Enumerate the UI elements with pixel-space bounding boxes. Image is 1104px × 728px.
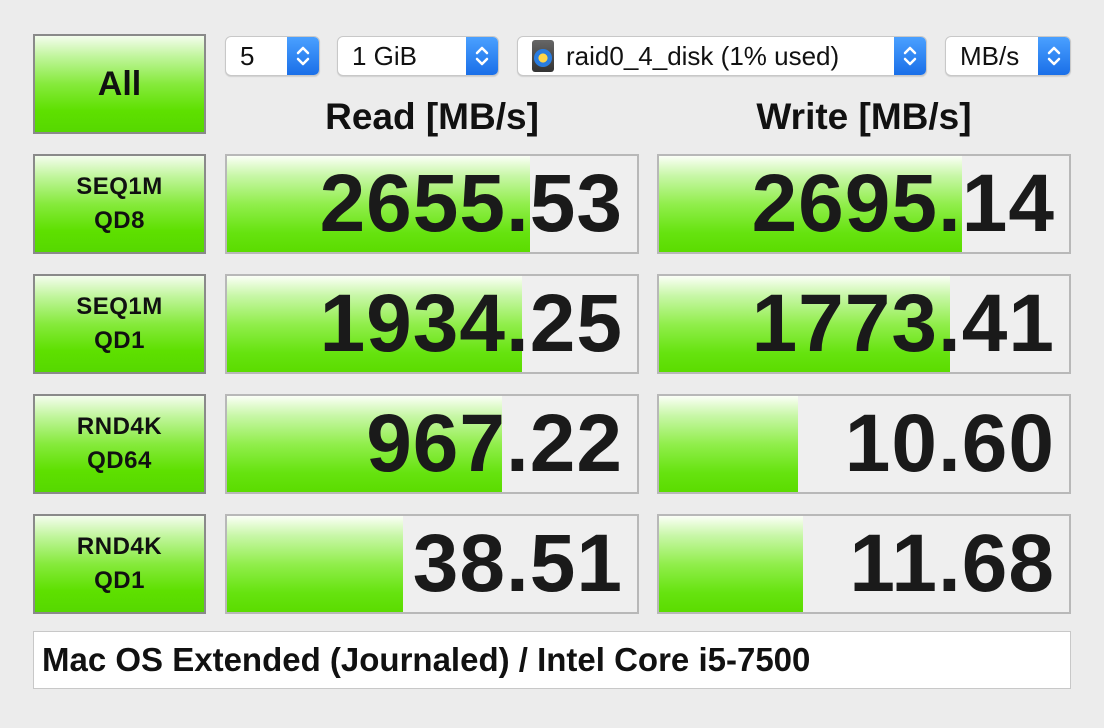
read-result-seq1m-qd1: 1934.25 (225, 274, 639, 374)
write-header: Write [MB/s] (756, 96, 972, 137)
count-value: 5 (240, 40, 255, 71)
test-button-line2: QD64 (87, 447, 152, 474)
all-button-label: All (97, 64, 142, 103)
test-button-line1: RND4K (76, 413, 163, 440)
test-button-line2: QD1 (94, 327, 145, 354)
size-select[interactable]: 1 GiB (337, 36, 499, 76)
result-value: 967.22 (366, 398, 623, 489)
result-value: 2655.53 (319, 158, 623, 249)
result-value: 11.68 (849, 518, 1055, 609)
test-button-seq1m-qd8[interactable]: SEQ1M QD8 (33, 154, 206, 254)
write-result-rnd4k-qd1: 11.68 (657, 514, 1071, 614)
drive-select[interactable]: raid0_4_disk (1% used) (517, 36, 927, 76)
test-button-line2: QD8 (94, 207, 145, 234)
read-result-seq1m-qd8: 2655.53 (225, 154, 639, 254)
result-bar (227, 516, 404, 612)
test-button-line2: QD1 (94, 567, 145, 594)
write-result-rnd4k-qd64: 10.60 (657, 394, 1071, 494)
result-value: 1934.25 (319, 278, 623, 369)
unit-select[interactable]: MB/s (945, 36, 1071, 76)
result-bar (659, 396, 799, 492)
test-button-rnd4k-qd64[interactable]: RND4K QD64 (33, 394, 206, 494)
test-button-line1: SEQ1M (76, 173, 163, 200)
drive-value: raid0_4_disk (1% used) (566, 40, 840, 71)
chevron-updown-icon (466, 37, 498, 75)
comment-field[interactable]: Mac OS Extended (Journaled) / Intel Core… (33, 631, 1071, 689)
size-value: 1 GiB (352, 40, 418, 71)
result-value: 10.60 (844, 398, 1055, 489)
test-button-line1: SEQ1M (76, 293, 163, 320)
test-button-seq1m-qd1[interactable]: SEQ1M QD1 (33, 274, 206, 374)
all-button[interactable]: All (33, 34, 206, 134)
read-result-rnd4k-qd1: 38.51 (225, 514, 639, 614)
result-bar (659, 516, 803, 612)
result-value: 1773.41 (751, 278, 1055, 369)
chevron-updown-icon (894, 37, 926, 75)
result-value: 2695.14 (751, 158, 1055, 249)
test-button-line1: RND4K (76, 533, 163, 560)
read-result-rnd4k-qd64: 967.22 (225, 394, 639, 494)
unit-value: MB/s (960, 40, 1020, 71)
test-button-rnd4k-qd1[interactable]: RND4K QD1 (33, 514, 206, 614)
chevron-updown-icon (287, 37, 319, 75)
result-value: 38.51 (412, 518, 623, 609)
chevron-updown-icon (1038, 37, 1070, 75)
write-result-seq1m-qd8: 2695.14 (657, 154, 1071, 254)
write-result-seq1m-qd1: 1773.41 (657, 274, 1071, 374)
count-select[interactable]: 5 (225, 36, 320, 76)
drive-icon (532, 40, 554, 72)
read-header: Read [MB/s] (325, 96, 539, 137)
